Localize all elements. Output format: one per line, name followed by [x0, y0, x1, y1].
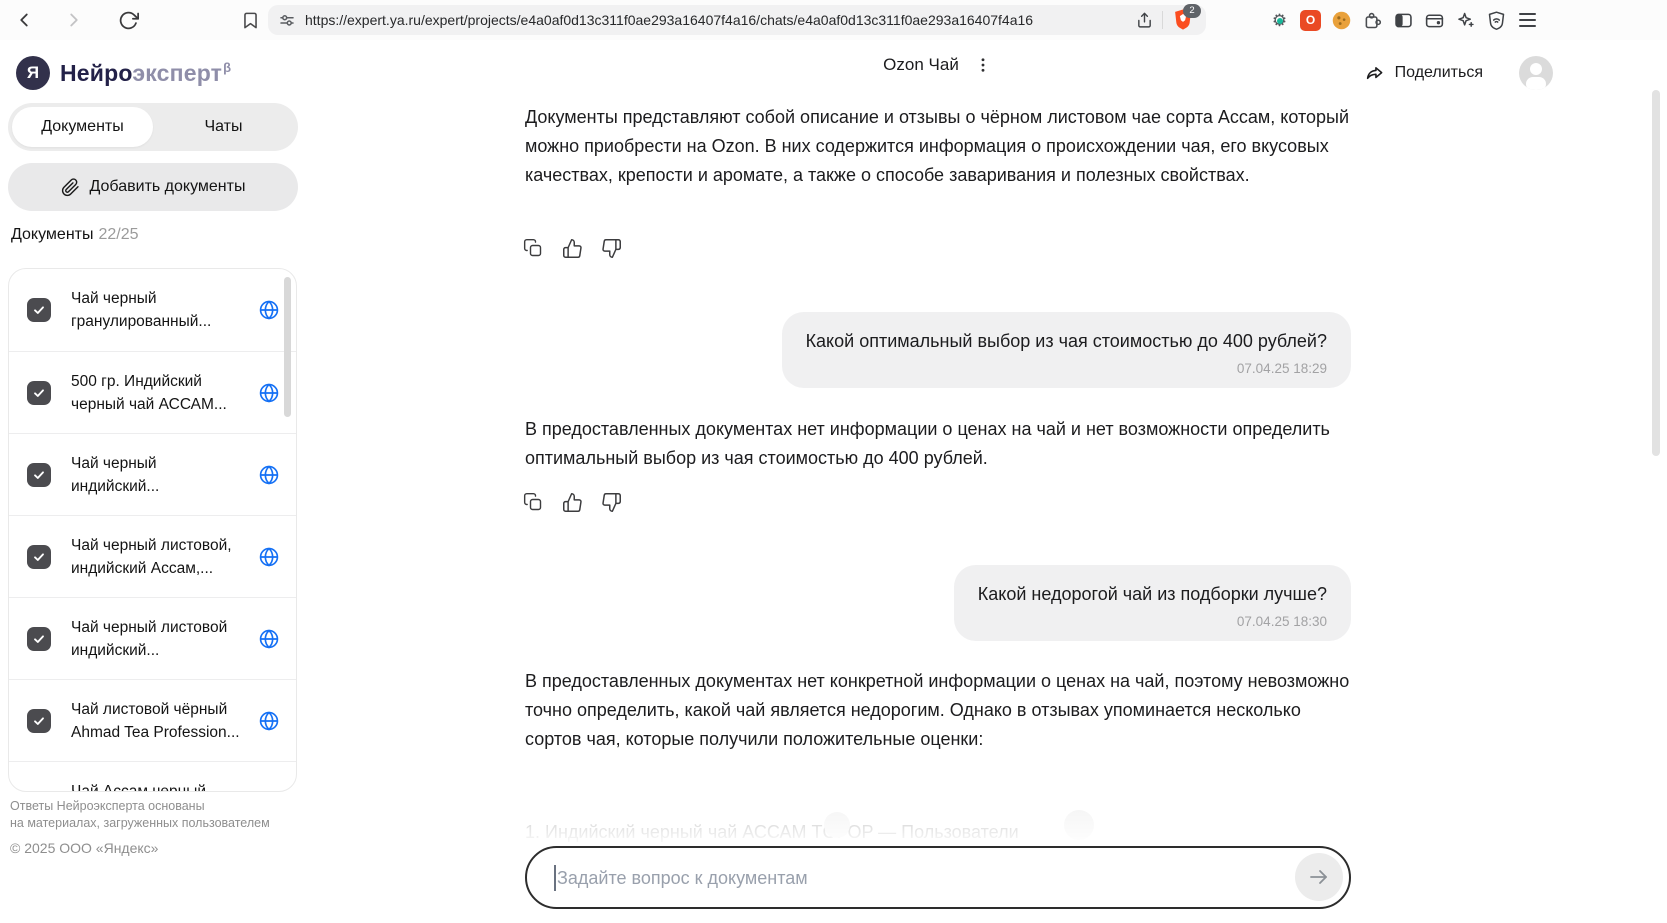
extensions-row: ⚙ O [1268, 8, 1539, 32]
message-actions [523, 238, 623, 260]
checkbox-checked[interactable] [27, 463, 51, 487]
tab-documents[interactable]: Документы [12, 107, 153, 147]
url-text: https://expert.ya.ru/expert/projects/e4a… [305, 12, 1034, 28]
message-timestamp: 07.04.25 18:29 [1236, 361, 1327, 376]
cookie-extension-icon[interactable] [1330, 9, 1353, 32]
share-button[interactable]: Поделиться [1365, 63, 1483, 84]
source-chip[interactable] [824, 812, 850, 838]
thumbs-down-icon[interactable] [601, 492, 623, 514]
chat-title: Ozon Чай [883, 55, 959, 74]
orange-app-extension-icon[interactable]: O [1299, 9, 1322, 32]
browser-menu-icon[interactable] [1516, 9, 1539, 32]
share-arrow-icon [1365, 63, 1386, 84]
user-message-bubble: Какой оптимальный выбор из чая стоимость… [781, 312, 1351, 388]
assistant-message: Документы представляют собой описание и … [525, 107, 1350, 185]
header-right: Поделиться [1365, 56, 1553, 90]
bookmark-icon[interactable] [238, 8, 262, 32]
web-source-globe-icon[interactable] [258, 464, 280, 486]
sidebar-toggle-icon[interactable] [1392, 9, 1415, 32]
assistant-message: В предоставленных документах нет конкрет… [525, 671, 1350, 749]
shield-badge: 2 [1183, 4, 1201, 18]
brave-shield-icon[interactable]: 2 [1172, 4, 1201, 32]
document-list-item[interactable]: Чай Ассам черный [9, 761, 296, 792]
message-actions [523, 492, 623, 514]
copy-icon[interactable] [523, 238, 545, 260]
sidebar-disclaimer: Ответы Нейроэксперта основаны на материа… [10, 799, 270, 830]
divider [1162, 11, 1163, 29]
extensions-puzzle-icon[interactable] [1361, 9, 1384, 32]
document-list-item[interactable]: Чай черный гранулированный... [9, 269, 296, 351]
tab-chats[interactable]: Чаты [153, 107, 294, 147]
sidebar-tabs: Документы Чаты [8, 103, 298, 151]
add-documents-button[interactable]: Добавить документы [8, 163, 298, 211]
checkbox-checked[interactable] [27, 545, 51, 569]
chat-area: Ozon Чай Поделиться Документы представля… [313, 40, 1667, 923]
copy-icon[interactable] [523, 492, 545, 514]
send-button[interactable] [1295, 853, 1343, 901]
brand-title: Нейроэкспертβ [60, 59, 232, 86]
beta-badge: β [223, 59, 232, 75]
document-list-item[interactable]: Чай черный индийский... [9, 433, 296, 515]
documents-counter: Документы 22/25 [11, 226, 139, 243]
checkbox-checked[interactable] [27, 627, 51, 651]
thumbs-down-icon[interactable] [601, 238, 623, 260]
back-icon[interactable] [12, 8, 36, 32]
neuroexpert-logo-icon: Я [16, 56, 50, 90]
wallet-icon[interactable] [1423, 9, 1446, 32]
checkbox-checked[interactable] [27, 381, 51, 405]
source-chip[interactable] [1064, 810, 1094, 840]
documents-list: Чай черный гранулированный... 500 гр. Ин… [8, 268, 297, 792]
web-source-globe-icon[interactable] [258, 628, 280, 650]
web-source-globe-icon[interactable] [258, 546, 280, 568]
web-source-globe-icon[interactable] [258, 382, 280, 404]
gear-extension-icon[interactable]: ⚙ [1268, 9, 1291, 32]
privacy-shield-icon[interactable] [1485, 9, 1508, 32]
checkbox-checked[interactable] [27, 709, 51, 733]
thumbs-up-icon[interactable] [562, 492, 584, 514]
user-avatar[interactable] [1519, 56, 1553, 90]
share-page-icon[interactable] [1136, 11, 1153, 30]
browser-toolbar: https://expert.ya.ru/expert/projects/e4a… [0, 0, 1667, 40]
user-message-bubble: Какой недорогой чай из подборки лучше? 0… [953, 565, 1351, 641]
thumbs-up-icon[interactable] [562, 238, 584, 260]
web-source-globe-icon[interactable] [258, 299, 280, 321]
reload-icon[interactable] [116, 8, 140, 32]
chat-menu-kebab-icon[interactable] [973, 55, 993, 75]
documents-count-value: 22/25 [98, 226, 139, 243]
document-list-item[interactable]: 500 гр. Индийский черный чай АССАМ... [9, 351, 296, 433]
question-composer [525, 846, 1351, 909]
checkbox-checked[interactable] [27, 791, 51, 792]
document-list-item[interactable]: Чай черный листовой, индийский Ассам,... [9, 515, 296, 597]
user-message-row: Какой недорогой чай из подборки лучше? 0… [525, 565, 1351, 641]
assistant-message: В предоставленных документах нет информа… [525, 419, 1330, 468]
web-source-globe-icon[interactable] [258, 710, 280, 732]
assistant-message-truncated: 1. Индийский черный чай АССАМ TGFOP — По… [525, 822, 1019, 842]
documents-scrollbar[interactable] [284, 277, 291, 417]
address-bar[interactable]: https://expert.ya.ru/expert/projects/e4a… [268, 4, 1206, 35]
page-scrollbar[interactable] [1652, 90, 1660, 456]
user-message-row: Какой оптимальный выбор из чая стоимость… [525, 312, 1351, 388]
chat-header: Ozon Чай [525, 55, 1351, 75]
forward-icon[interactable] [62, 8, 86, 32]
brand[interactable]: Я Нейроэкспертβ [16, 56, 231, 90]
sidebar: Я Нейроэкспертβ Документы Чаты Добавить … [0, 40, 313, 923]
leo-ai-sparkle-icon[interactable] [1454, 9, 1477, 32]
checkbox-checked[interactable] [27, 298, 51, 322]
document-list-item[interactable]: Чай листовой чёрный Ahmad Tea Profession… [9, 679, 296, 761]
copyright: © 2025 ООО «Яндекс» [10, 840, 159, 856]
site-settings-icon[interactable] [278, 11, 296, 29]
document-list-item[interactable]: Чай черный листовой индийский... [9, 597, 296, 679]
question-input[interactable] [555, 848, 1279, 909]
message-timestamp: 07.04.25 18:30 [1236, 614, 1327, 629]
paperclip-icon [61, 177, 80, 197]
